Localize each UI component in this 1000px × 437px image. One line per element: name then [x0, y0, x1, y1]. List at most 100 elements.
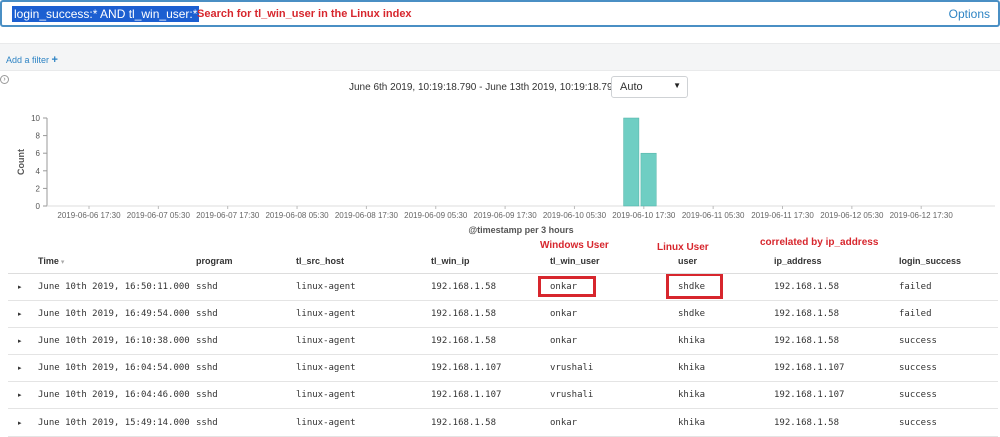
- expand-row-icon[interactable]: ▸: [8, 408, 38, 437]
- cell-tl-win-user: onkar: [550, 300, 678, 328]
- x-tick-label: 2019-06-06 17:30: [57, 211, 121, 220]
- table-row[interactable]: ▸ June 10th 2019, 16:04:46.000 sshd linu…: [8, 381, 998, 410]
- expand-row-icon[interactable]: ▸: [8, 327, 38, 356]
- add-filter-label: Add a filter: [6, 55, 50, 65]
- cell-tl-win-user: vrushali: [550, 354, 678, 383]
- cell-user: khika: [678, 354, 774, 383]
- column-header-label: Time: [38, 255, 59, 266]
- cell-user: shdke: [678, 300, 774, 328]
- expand-row-icon[interactable]: ▸: [8, 273, 38, 301]
- expand-row-icon[interactable]: ▸: [8, 381, 38, 410]
- y-tick-label: 0: [36, 202, 41, 211]
- cell-ip-address: 192.168.1.58: [774, 300, 899, 328]
- cell-tl-win-ip: 192.168.1.58: [431, 273, 550, 301]
- cell-ip-address: 192.168.1.107: [774, 354, 899, 383]
- x-tick-label: 2019-06-10 05:30: [543, 211, 607, 220]
- add-filter-link[interactable]: Add a filter +: [6, 54, 58, 66]
- cell-ip-address: 192.168.1.107: [774, 381, 899, 410]
- sort-icon[interactable]: ▾: [61, 259, 65, 266]
- table-header: Time ▾ program tl_src_host tl_win_ip tl_w…: [8, 249, 998, 274]
- cell-program: sshd: [196, 354, 296, 383]
- x-tick-label: 2019-06-10 17:30: [612, 211, 676, 220]
- cell-login-success: success: [899, 408, 998, 437]
- cell-tl-win-ip: 192.168.1.107: [431, 381, 550, 410]
- cell-time: June 10th 2019, 16:04:54.000: [38, 354, 196, 383]
- cell-tl-win-ip: 192.168.1.58: [431, 327, 550, 356]
- chevron-down-icon: ▼: [673, 81, 681, 90]
- expand-row-icon[interactable]: ▸: [8, 300, 38, 328]
- column-header-tl-src-host[interactable]: tl_src_host: [296, 249, 431, 274]
- cell-user: khika: [678, 408, 774, 437]
- cell-login-success: success: [899, 354, 998, 383]
- cell-tl-win-ip: 192.168.1.107: [431, 354, 550, 383]
- cell-login-success: failed: [899, 273, 998, 301]
- x-tick-label: 2019-06-12 05:30: [820, 211, 884, 220]
- x-tick-label: 2019-06-12 17:30: [890, 211, 954, 220]
- results-table: Time ▾ program tl_src_host tl_win_ip tl_w…: [8, 249, 998, 437]
- expand-row-icon[interactable]: ▸: [8, 354, 38, 383]
- collapse-sidebar-icon[interactable]: ›: [0, 75, 9, 84]
- histogram-chart: 0 2 4 6 8 10 Count 2019-06-06 17:30 2019-06-07 0…: [0, 104, 1000, 239]
- table-row[interactable]: ▸ June 10th 2019, 16:10:38.000 sshd linu…: [8, 327, 998, 356]
- cell-tl-win-user: onkar: [550, 273, 678, 301]
- column-header-time[interactable]: Time ▾: [38, 249, 196, 274]
- histogram-bar: [640, 152, 657, 207]
- cell-program: sshd: [196, 327, 296, 356]
- cell-tl-win-ip: 192.168.1.58: [431, 408, 550, 437]
- plus-icon: +: [51, 54, 58, 66]
- cell-tl-src-host: linux-agent: [296, 273, 431, 301]
- cell-time: June 10th 2019, 16:49:54.000: [38, 300, 196, 328]
- column-header-ip-address[interactable]: ip_address: [774, 249, 899, 274]
- column-header-user[interactable]: user: [678, 249, 774, 274]
- cell-ip-address: 192.168.1.58: [774, 273, 899, 301]
- cell-time: June 10th 2019, 16:50:11.000: [38, 273, 196, 301]
- filter-bar: Add a filter +: [0, 43, 1000, 71]
- interval-select[interactable]: Auto ▼: [611, 76, 688, 98]
- table-row[interactable]: ▸ June 10th 2019, 16:49:54.000 sshd linu…: [8, 300, 998, 328]
- cell-time: June 10th 2019, 16:04:46.000: [38, 381, 196, 410]
- cell-user: khika: [678, 381, 774, 410]
- cell-tl-src-host: linux-agent: [296, 327, 431, 356]
- cell-tl-src-host: linux-agent: [296, 381, 431, 410]
- y-tick-label: 8: [36, 132, 41, 141]
- cell-tl-src-host: linux-agent: [296, 300, 431, 328]
- x-tick-label: 2019-06-11 17:30: [751, 211, 814, 220]
- cell-time: June 10th 2019, 16:10:38.000: [38, 327, 196, 356]
- table-row[interactable]: ▸ June 10th 2019, 15:49:14.000 sshd linu…: [8, 408, 998, 437]
- x-tick-label: 2019-06-09 17:30: [474, 211, 538, 220]
- column-header-tl-win-ip[interactable]: tl_win_ip: [431, 249, 550, 274]
- cell-program: sshd: [196, 273, 296, 301]
- table-row[interactable]: ▸ June 10th 2019, 16:04:54.000 sshd linu…: [8, 354, 998, 383]
- table-row[interactable]: ▸ June 10th 2019, 16:50:11.000 sshd linu…: [8, 273, 998, 301]
- column-header-expander: [8, 249, 38, 274]
- search-bar[interactable]: login_success:* AND tl_win_user:* Search…: [0, 0, 1000, 27]
- cell-tl-win-user: onkar: [550, 408, 678, 437]
- cell-tl-src-host: linux-agent: [296, 408, 431, 437]
- cell-user: khika: [678, 327, 774, 356]
- x-tick-label: 2019-06-07 17:30: [196, 211, 260, 220]
- y-tick-label: 2: [36, 184, 41, 193]
- cell-program: sshd: [196, 300, 296, 328]
- cell-tl-win-user: vrushali: [550, 381, 678, 410]
- options-link[interactable]: Options: [949, 7, 990, 21]
- x-axis-label: @timestamp per 3 hours: [468, 225, 573, 235]
- column-header-program[interactable]: program: [196, 249, 296, 274]
- cell-login-success: failed: [899, 300, 998, 328]
- search-input[interactable]: login_success:* AND tl_win_user:*: [12, 6, 200, 22]
- cell-program: sshd: [196, 408, 296, 437]
- cell-ip-address: 192.168.1.58: [774, 408, 899, 437]
- histogram-bar: [623, 117, 640, 207]
- cell-login-success: success: [899, 381, 998, 410]
- y-tick-label: 4: [36, 167, 41, 176]
- x-tick-label: 2019-06-07 05:30: [127, 211, 191, 220]
- x-tick-label: 2019-06-11 05:30: [682, 211, 745, 220]
- cell-tl-win-ip: 192.168.1.58: [431, 300, 550, 328]
- correlated-annotation: correlated by ip_address: [760, 237, 879, 248]
- column-header-login-success[interactable]: login_success: [899, 249, 998, 274]
- cell-ip-address: 192.168.1.58: [774, 327, 899, 356]
- column-header-tl-win-user[interactable]: tl_win_user: [550, 249, 678, 274]
- cell-user: shdke: [678, 273, 774, 301]
- histogram-svg: 0 2 4 6 8 10 Count 2019-06-06 17:30 2019-06-07 0…: [16, 114, 995, 235]
- x-tick-label: 2019-06-08 05:30: [265, 211, 329, 220]
- cell-tl-win-user: onkar: [550, 327, 678, 356]
